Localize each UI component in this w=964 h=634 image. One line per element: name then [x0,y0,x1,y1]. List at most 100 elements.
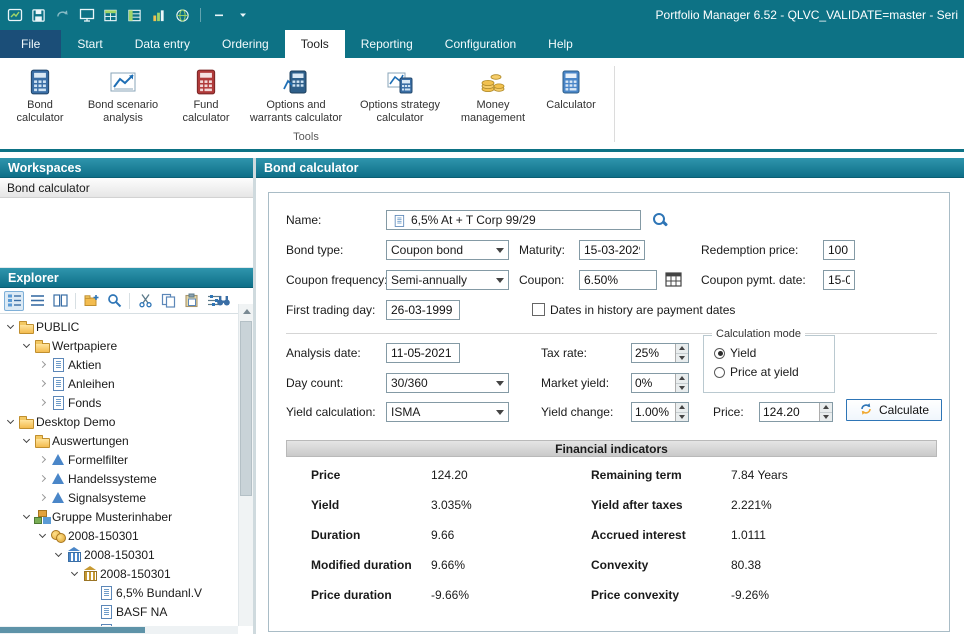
expander-open-icon[interactable] [20,515,32,518]
tree-item[interactable]: Auswertungen [0,431,253,450]
tree-item[interactable]: Fonds [0,393,253,412]
minimize-strip-icon[interactable] [210,7,227,24]
tree-item[interactable]: Formelfilter [0,450,253,469]
expander-open-icon[interactable] [4,325,16,328]
table-icon[interactable] [102,7,119,24]
spin-up-icon[interactable] [676,403,688,413]
tab-data-entry[interactable]: Data entry [119,30,206,58]
chevron-down-icon[interactable] [492,241,508,259]
tax-rate-input[interactable] [632,344,675,362]
ribbon-calculator[interactable]: Calculator [540,65,602,112]
maturity-input[interactable] [579,240,645,260]
expander-open-icon[interactable] [20,344,32,347]
radio-price-at-yield[interactable]: Price at yield [714,365,799,379]
cut-icon[interactable] [135,291,155,311]
expander-open-icon[interactable] [20,439,32,442]
tree-item[interactable]: Signalsysteme [0,488,253,507]
bond-type-select[interactable]: Coupon bond [386,240,509,260]
chevron-down-icon[interactable] [492,403,508,421]
calculate-button[interactable]: Calculate [846,399,942,421]
expander-closed-icon[interactable] [36,457,48,462]
coupon-pymt-date-input[interactable] [823,270,855,290]
ribbon-options-warrants-calculator[interactable]: Options and warrants calculator [247,65,345,125]
coupon-input[interactable] [579,270,657,290]
name-input[interactable]: 6,5% At + T Corp 99/29 [386,210,641,230]
chevron-down-icon[interactable] [492,374,508,392]
chevron-down-icon[interactable] [492,271,508,289]
tree-item[interactable]: Aktien [0,355,253,374]
tab-reporting[interactable]: Reporting [345,30,429,58]
chart-bars-icon[interactable] [150,7,167,24]
tab-file[interactable]: File [0,30,61,58]
tree-item[interactable]: Desktop Demo [0,412,253,431]
new-folder-icon[interactable] [81,291,101,311]
radio-selected-icon[interactable] [714,348,725,359]
dates-in-history-checkbox[interactable] [532,303,545,316]
scroll-up-icon[interactable] [239,304,254,319]
tree-item[interactable]: 2008-150301 [0,526,253,545]
tree-item[interactable]: Gruppe Musterinhaber [0,507,253,526]
analysis-date-input[interactable] [386,343,460,363]
tab-configuration[interactable]: Configuration [429,30,532,58]
tab-start[interactable]: Start [61,30,118,58]
expander-closed-icon[interactable] [36,381,48,386]
spin-up-icon[interactable] [820,403,832,413]
tree-item[interactable]: BASF NA [0,602,253,621]
expander-closed-icon[interactable] [36,476,48,481]
tab-ordering[interactable]: Ordering [206,30,285,58]
coupon-frequency-select[interactable]: Semi-annually [386,270,509,290]
globe-icon[interactable] [174,7,191,24]
tree-item[interactable]: Anleihen [0,374,253,393]
scrollbar-thumb[interactable] [240,321,252,496]
list-view-icon[interactable] [27,291,47,311]
tree-item[interactable]: 2008-150301 [0,545,253,564]
lookup-search-icon[interactable] [651,211,669,229]
save-icon[interactable] [30,7,47,24]
tree-item[interactable]: 6,5% Bundanl.V [0,583,253,602]
app-icon[interactable] [6,7,23,24]
copy-icon[interactable] [158,291,178,311]
ribbon-money-management[interactable]: Money management [455,65,531,125]
spin-down-icon[interactable] [676,413,688,422]
split-view-icon[interactable] [50,291,70,311]
search-icon[interactable] [104,291,124,311]
price-input[interactable] [760,403,819,421]
explorer-horizontal-scrollbar[interactable] [0,626,238,634]
yield-calculation-select[interactable]: ISMA [386,402,509,422]
yield-change-spinner[interactable] [631,402,689,422]
ribbon-bond-scenario-analysis[interactable]: Bond scenario analysis [81,65,165,125]
scrollbar-thumb[interactable] [0,627,145,633]
spin-down-icon[interactable] [676,354,688,363]
expander-closed-icon[interactable] [36,362,48,367]
spin-up-icon[interactable] [676,344,688,354]
yield-change-input[interactable] [632,403,675,421]
tab-tools[interactable]: Tools [285,30,345,58]
explorer-vertical-scrollbar[interactable] [238,304,253,626]
coupon-schedule-table-icon[interactable] [665,271,682,291]
tree-item[interactable]: 2008-150301 [0,564,253,583]
tree-item[interactable]: Wertpapiere [0,336,253,355]
market-yield-input[interactable] [632,374,675,392]
expander-closed-icon[interactable] [36,495,48,500]
spin-up-icon[interactable] [676,374,688,384]
tab-help[interactable]: Help [532,30,589,58]
price-spinner[interactable] [759,402,833,422]
ribbon-options-strategy-calculator[interactable]: Options strategy calculator [354,65,446,125]
tree-item[interactable]: Handelssysteme [0,469,253,488]
ribbon-bond-calculator[interactable]: Bond calculator [8,65,72,125]
expander-open-icon[interactable] [52,553,64,556]
redo-icon[interactable] [54,7,71,24]
binoculars-icon[interactable] [213,291,233,311]
tax-rate-spinner[interactable] [631,343,689,363]
toolbar-overflow-icon[interactable] [234,7,251,24]
spin-down-icon[interactable] [676,384,688,393]
tree-view-icon[interactable] [4,291,24,311]
expander-open-icon[interactable] [36,534,48,537]
radio-yield[interactable]: Yield [714,346,756,360]
table-calc-icon[interactable] [126,7,143,24]
first-trading-day-input[interactable] [386,300,460,320]
radio-unselected-icon[interactable] [714,367,725,378]
expander-open-icon[interactable] [68,572,80,575]
tree-item[interactable]: PUBLIC [0,317,253,336]
monitor-icon[interactable] [78,7,95,24]
